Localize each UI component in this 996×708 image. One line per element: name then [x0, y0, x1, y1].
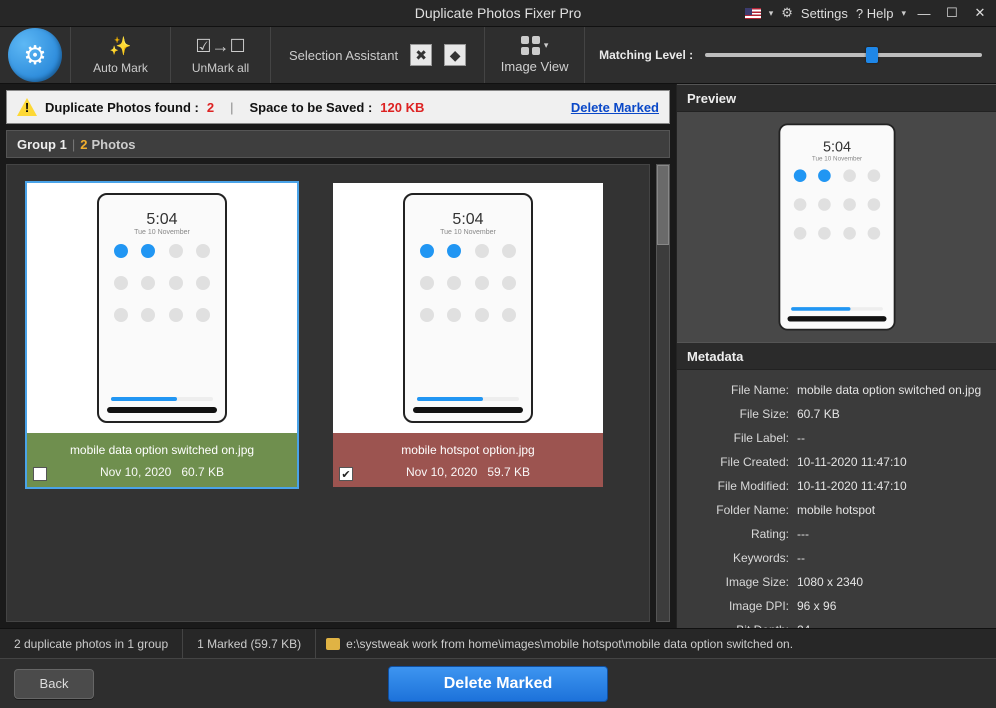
preview-image: 5:04 Tue 10 November: [778, 124, 895, 331]
thumbnail-filename: mobile hotspot option.jpg: [341, 443, 595, 457]
metadata-row: Image Size:1080 x 2340: [687, 570, 986, 594]
mark-checkbox[interactable]: ✔: [339, 467, 353, 481]
metadata-row: File Label:--: [687, 426, 986, 450]
gear-icon[interactable]: ⚙: [781, 5, 793, 21]
group-label: Group 1: [17, 137, 67, 152]
thumbnail-card[interactable]: 5:04 Tue 10 November mobile hotspot opti…: [333, 183, 603, 487]
vertical-scrollbar[interactable]: [656, 164, 670, 622]
metadata-row: Folder Name:mobile hotspot: [687, 498, 986, 522]
group-count: 2: [80, 137, 87, 152]
select-assistant-mark-button[interactable]: ✖: [410, 44, 432, 66]
matching-level-slider[interactable]: [705, 46, 982, 64]
metadata-value: 10-11-2020 11:47:10: [797, 455, 986, 469]
status-bar: 2 duplicate photos in 1 group 1 Marked (…: [0, 628, 996, 658]
status-path: e:\systweak work from home\images\mobile…: [346, 637, 793, 651]
unmark-all-button[interactable]: ☑→☐ UnMark all: [170, 27, 270, 83]
status-duplicates: 2 duplicate photos in 1 group: [0, 629, 183, 658]
metadata-value: ---: [797, 527, 986, 541]
matching-level-label: Matching Level :: [599, 48, 693, 62]
preview-header: Preview: [677, 84, 996, 112]
maximize-button[interactable]: ☐: [942, 3, 962, 23]
metadata-key: Image Size:: [687, 575, 797, 589]
unmark-icon: ☑→☐: [195, 35, 245, 57]
metadata-row: File Modified:10-11-2020 11:47:10: [687, 474, 986, 498]
metadata-key: Image DPI:: [687, 599, 797, 613]
metadata-value: mobile data option switched on.jpg: [797, 383, 986, 397]
back-label: Back: [40, 676, 69, 691]
delete-marked-link[interactable]: Delete Marked: [571, 100, 659, 115]
preview-pane: 5:04 Tue 10 November: [677, 112, 996, 342]
thumbnail-meta: Nov 10, 2020 59.7 KB: [341, 465, 595, 479]
app-logo: ⚙: [0, 27, 70, 83]
app-title: Duplicate Photos Fixer Pro: [415, 5, 582, 21]
select-assistant-clear-button[interactable]: ◆: [444, 44, 466, 66]
metadata-key: Folder Name:: [687, 503, 797, 517]
folder-icon: [326, 638, 340, 650]
group-header: Group 1 | 2 Photos: [6, 130, 670, 158]
thumbnails-area: 5:04 Tue 10 November mobile data option …: [6, 164, 650, 622]
status-marked: 1 Marked (59.7 KB): [183, 629, 316, 658]
selection-assistant-label: Selection Assistant: [289, 48, 398, 63]
help-link[interactable]: ? Help: [856, 6, 894, 21]
space-label: Space to be Saved :: [249, 100, 372, 115]
metadata-key: Rating:: [687, 527, 797, 541]
metadata-key: File Size:: [687, 407, 797, 421]
bottom-bar: Back Delete Marked: [0, 658, 996, 708]
toolbar: ⚙ ✨ Auto Mark ☑→☐ UnMark all Selection A…: [0, 26, 996, 84]
titlebar: Duplicate Photos Fixer Pro ▾ ⚙ Settings …: [0, 0, 996, 26]
found-count: 2: [207, 100, 214, 115]
chevron-down-icon[interactable]: ▾: [769, 8, 774, 19]
thumbnail-meta: Nov 10, 2020 60.7 KB: [35, 465, 289, 479]
metadata-value: 1080 x 2340: [797, 575, 986, 589]
metadata-key: Keywords:: [687, 551, 797, 565]
metadata-pane: File Name:mobile data option switched on…: [677, 370, 996, 628]
thumbnail-image: 5:04 Tue 10 November: [27, 183, 297, 433]
delete-marked-button[interactable]: Delete Marked: [388, 666, 608, 702]
settings-link[interactable]: Settings: [801, 6, 848, 21]
back-button[interactable]: Back: [14, 669, 94, 699]
metadata-row: File Size:60.7 KB: [687, 402, 986, 426]
metadata-row: Image DPI:96 x 96: [687, 594, 986, 618]
space-value: 120 KB: [380, 100, 424, 115]
minimize-button[interactable]: —: [914, 3, 934, 23]
metadata-row: Keywords:--: [687, 546, 986, 570]
metadata-value: 60.7 KB: [797, 407, 986, 421]
found-label: Duplicate Photos found :: [45, 100, 199, 115]
group-photos-label: Photos: [91, 137, 135, 152]
chevron-down-icon[interactable]: ▾: [901, 8, 906, 19]
metadata-row: Rating:---: [687, 522, 986, 546]
warning-icon: !: [17, 98, 37, 116]
wand-icon: ✨: [109, 35, 131, 57]
thumbnail-image: 5:04 Tue 10 November: [333, 183, 603, 433]
image-view-button[interactable]: ▾ Image View: [484, 27, 584, 83]
metadata-value: 96 x 96: [797, 599, 986, 613]
thumbnail-card[interactable]: 5:04 Tue 10 November mobile data option …: [27, 183, 297, 487]
chevron-down-icon: ▾: [544, 40, 549, 51]
metadata-row: File Name:mobile data option switched on…: [687, 378, 986, 402]
metadata-value: --: [797, 431, 986, 445]
image-view-label: Image View: [501, 59, 569, 74]
language-flag-icon[interactable]: [745, 8, 761, 19]
metadata-key: File Modified:: [687, 479, 797, 493]
metadata-row: File Created:10-11-2020 11:47:10: [687, 450, 986, 474]
auto-mark-label: Auto Mark: [93, 61, 148, 75]
mark-checkbox[interactable]: [33, 467, 47, 481]
metadata-value: --: [797, 551, 986, 565]
logo-gear-icon: ⚙: [23, 40, 46, 71]
metadata-value: 10-11-2020 11:47:10: [797, 479, 986, 493]
delete-marked-label: Delete Marked: [444, 675, 553, 693]
metadata-key: File Label:: [687, 431, 797, 445]
unmark-all-label: UnMark all: [192, 61, 249, 75]
thumbnail-filename: mobile data option switched on.jpg: [35, 443, 289, 457]
grid-icon: [521, 36, 540, 55]
metadata-header: Metadata: [677, 342, 996, 370]
close-button[interactable]: ✕: [970, 3, 990, 23]
metadata-row: Bit Depth:24: [687, 618, 986, 628]
auto-mark-button[interactable]: ✨ Auto Mark: [70, 27, 170, 83]
metadata-key: File Created:: [687, 455, 797, 469]
notice-bar: ! Duplicate Photos found : 2 | Space to …: [6, 90, 670, 124]
metadata-value: mobile hotspot: [797, 503, 986, 517]
metadata-key: File Name:: [687, 383, 797, 397]
